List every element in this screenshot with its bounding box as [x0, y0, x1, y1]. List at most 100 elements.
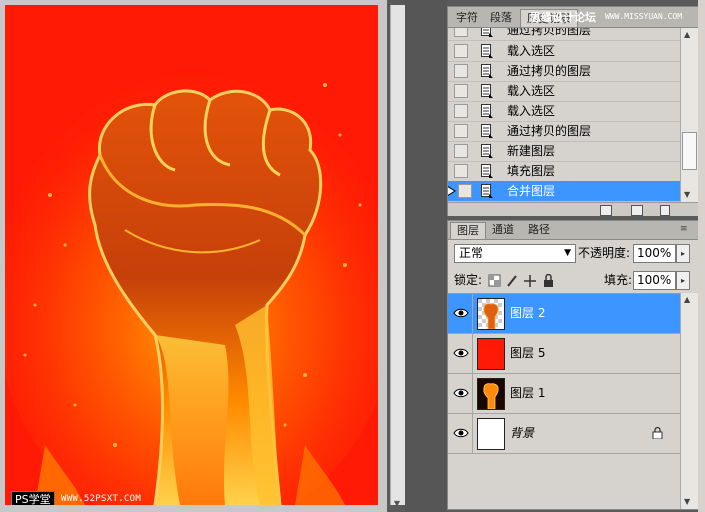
lock-transparent-icon[interactable]	[488, 274, 501, 287]
opacity-label: 不透明度:	[578, 246, 631, 260]
visibility-eye-icon[interactable]	[453, 386, 469, 400]
scroll-down-arrow-icon[interactable]: ▼	[684, 497, 690, 506]
history-item[interactable]: 新建图层	[448, 141, 680, 162]
fill-label: 填充:	[604, 273, 633, 287]
scroll-up-arrow-icon[interactable]: ▲	[684, 30, 690, 39]
scroll-down-arrow-icon[interactable]: ▼	[684, 190, 690, 199]
history-item-label: 载入选区	[507, 104, 556, 118]
snapshot-checkbox[interactable]	[454, 104, 468, 118]
history-scrollbar[interactable]: ▲ ▼	[680, 28, 698, 202]
history-item-label: 通过拷贝的图层	[507, 64, 592, 78]
history-item[interactable]: 载入选区	[448, 41, 680, 62]
tab-channels[interactable]: 通道	[486, 222, 520, 238]
history-scroll-thumb[interactable]	[682, 132, 697, 170]
history-list: 通过拷贝的图层 载入选区 通过拷贝的图层 载入选区 载入选区 通过拷贝的图层 新…	[448, 28, 680, 202]
history-state-icon	[481, 164, 493, 178]
snapshot-checkbox[interactable]	[458, 184, 472, 198]
history-footer	[448, 202, 698, 216]
history-item[interactable]: 通过拷贝的图层	[448, 121, 680, 142]
history-item-label: 通过拷贝的图层	[507, 124, 592, 138]
history-state-icon	[481, 44, 493, 58]
snapshot-checkbox[interactable]	[454, 84, 468, 98]
visibility-eye-icon[interactable]	[453, 426, 469, 440]
blend-mode-select[interactable]: 正常 ▼	[454, 244, 576, 263]
trash-icon[interactable]	[660, 205, 670, 216]
opacity-input[interactable]: 100%	[633, 244, 676, 263]
camera-icon[interactable]	[631, 205, 643, 216]
layer-list: 图层 2 图层 5 图层 1 背景	[448, 293, 680, 510]
divider	[472, 334, 473, 373]
layers-panel: 图层 通道 路径 ≡ 正常 ▼ 不透明度: 100% ▸ 锁定: 填充: 100…	[447, 220, 699, 510]
new-document-icon[interactable]	[600, 205, 612, 216]
fill-slider-arrow-icon[interactable]: ▸	[676, 271, 690, 290]
layer-row-background[interactable]: 背景	[448, 414, 680, 454]
history-item-label: 合并图层	[507, 184, 556, 198]
history-item-label: 通过拷贝的图层	[507, 28, 592, 37]
history-item-label: 载入选区	[507, 84, 556, 98]
history-item[interactable]: 载入选区	[448, 101, 680, 122]
site-watermark-url: WWW.MISSYUAN.COM	[605, 12, 683, 21]
scroll-up-arrow-icon[interactable]: ▲	[684, 295, 690, 304]
document-canvas[interactable]: PS学堂 WWW.52PSXT.COM	[5, 5, 378, 505]
snapshot-checkbox[interactable]	[454, 28, 468, 37]
panel-menu-icon[interactable]: ≡	[680, 224, 688, 234]
lock-icon	[652, 427, 663, 439]
snapshot-checkbox[interactable]	[454, 44, 468, 58]
lock-label: 锁定:	[454, 273, 483, 287]
opacity-slider-arrow-icon[interactable]: ▸	[676, 244, 690, 263]
panel-edge	[698, 0, 705, 512]
lock-position-icon[interactable]	[524, 275, 536, 287]
layer-thumbnail	[477, 298, 505, 330]
layer-name[interactable]: 背景	[510, 425, 534, 441]
layer-row-layer-2[interactable]: 图层 2	[448, 294, 680, 334]
history-state-icon	[481, 64, 493, 78]
history-item[interactable]: 载入选区	[448, 81, 680, 102]
history-item-label: 新建图层	[507, 144, 556, 158]
history-item-label: 载入选区	[507, 44, 556, 58]
lock-pixels-icon[interactable]	[507, 275, 517, 287]
history-item[interactable]: 通过拷贝的图层	[448, 61, 680, 82]
history-state-icon	[481, 84, 493, 98]
history-item-label: 填充图层	[507, 164, 556, 178]
scroll-down-arrow-icon[interactable]: ▼	[391, 499, 403, 509]
snapshot-checkbox[interactable]	[454, 124, 468, 138]
workspace-gap	[405, 0, 447, 512]
layer-thumbnail	[477, 378, 505, 410]
layer-thumbnail	[477, 418, 505, 450]
divider	[472, 374, 473, 413]
history-item-selected[interactable]: 合并图层	[448, 181, 680, 202]
history-item[interactable]: 填充图层	[448, 161, 680, 182]
history-state-icon	[481, 124, 493, 138]
layer-row-layer-5[interactable]: 图层 5	[448, 334, 680, 374]
history-state-icon	[481, 184, 493, 198]
tab-character[interactable]: 字符	[450, 9, 484, 26]
history-state-icon	[481, 28, 493, 37]
visibility-eye-icon[interactable]	[453, 306, 469, 320]
tab-layers[interactable]: 图层	[450, 222, 486, 239]
tab-paragraph[interactable]: 段落	[484, 9, 518, 26]
layers-scrollbar[interactable]: ▲ ▼	[680, 293, 698, 509]
tab-paths[interactable]: 路径	[522, 222, 556, 238]
layers-panel-tabs: 图层 通道 路径 ≡	[448, 221, 698, 240]
lock-all-icon[interactable]	[544, 274, 553, 288]
snapshot-checkbox[interactable]	[454, 64, 468, 78]
blend-mode-value: 正常	[459, 246, 484, 260]
visibility-eye-icon[interactable]	[453, 346, 469, 360]
snapshot-checkbox[interactable]	[454, 164, 468, 178]
layer-thumbnail	[477, 338, 505, 370]
divider	[472, 414, 473, 453]
layer-name[interactable]: 图层 2	[510, 305, 545, 321]
history-state-icon	[481, 144, 493, 158]
layer-name[interactable]: 图层 5	[510, 345, 545, 361]
canvas-vertical-scrollbar[interactable]	[390, 5, 405, 505]
snapshot-checkbox[interactable]	[454, 144, 468, 158]
layer-row-layer-1[interactable]: 图层 1	[448, 374, 680, 414]
fill-input[interactable]: 100%	[633, 271, 676, 290]
fire-fist-image	[5, 5, 378, 505]
history-item[interactable]: 通过拷贝的图层	[448, 28, 680, 41]
layer-name[interactable]: 图层 1	[510, 385, 545, 401]
watermark-site: WWW.52PSXT.COM	[61, 494, 142, 504]
history-panel: 字符 段落 历史记录 思缘设计论坛 WWW.MISSYUAN.COM 通过拷贝的…	[447, 6, 699, 216]
site-watermark: 思缘设计论坛	[530, 11, 596, 24]
history-state-slider-icon[interactable]	[448, 185, 456, 197]
